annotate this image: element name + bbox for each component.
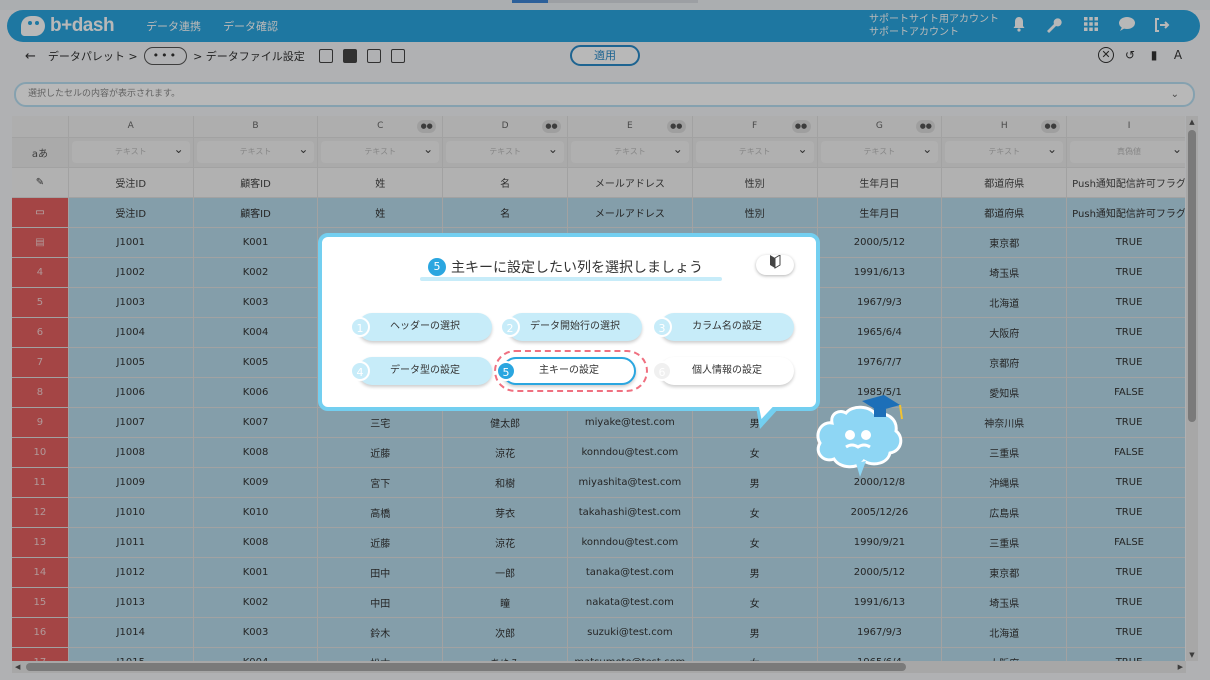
tutorial-dialog: 5 主キーに設定したい列を選択しましょう 1 ヘッダーの選択 2 データ開始行の選択 3… — [318, 233, 820, 411]
step-button-1[interactable]: 1 ヘッダーの選択 — [350, 313, 492, 341]
step-label: ヘッダーの選択 — [390, 321, 460, 332]
step-number: 3 — [652, 317, 672, 337]
step-label: データ型の設定 — [390, 365, 460, 376]
mascot-character — [812, 393, 908, 479]
step-button-3[interactable]: 3 カラム名の設定 — [652, 313, 794, 341]
dialog-title: 5 主キーに設定したい列を選択しましょう — [428, 257, 703, 277]
step-number: 1 — [350, 317, 370, 337]
step-label: カラム名の設定 — [692, 321, 762, 332]
active-step-highlight — [494, 350, 648, 392]
step-number: 6 — [652, 361, 672, 381]
title-text: 主キーに設定したい列を選択しましょう — [451, 260, 703, 276]
beginner-mark-icon[interactable] — [756, 254, 794, 275]
step-button-4[interactable]: 4 データ型の設定 — [350, 357, 492, 385]
step-button-6[interactable]: 6 個人情報の設定 — [652, 357, 794, 385]
title-underline — [420, 277, 722, 281]
step-button-2[interactable]: 2 データ開始行の選択 — [500, 313, 642, 341]
step-number: 2 — [500, 317, 520, 337]
step-label: データ開始行の選択 — [530, 321, 620, 332]
title-step-number: 5 — [428, 258, 446, 276]
step-number: 4 — [350, 361, 370, 381]
step-label: 個人情報の設定 — [692, 365, 762, 376]
